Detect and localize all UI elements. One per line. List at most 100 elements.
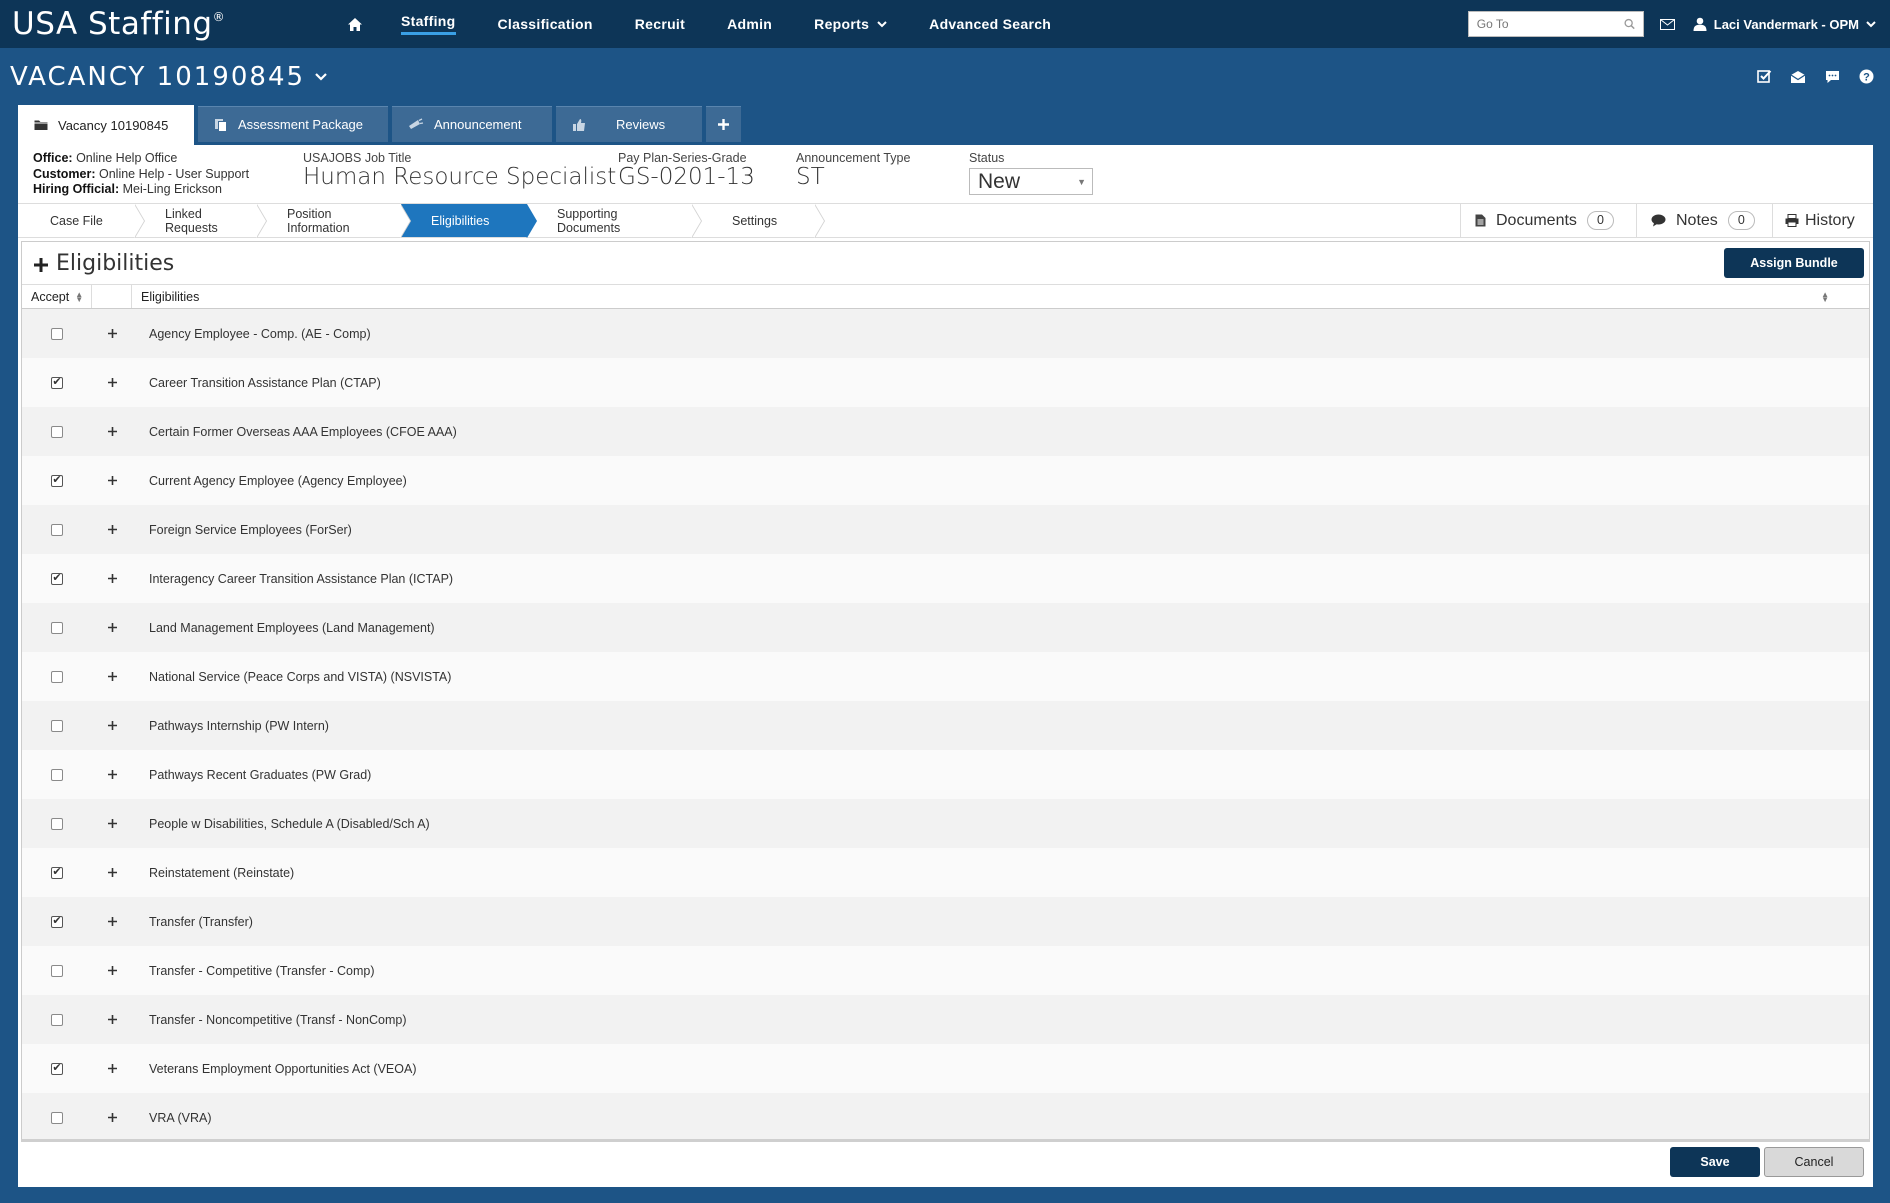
accept-cell (22, 474, 92, 487)
search-icon[interactable] (1624, 18, 1635, 30)
expand-row-button[interactable] (92, 917, 132, 926)
announcement-type-value: ST (796, 164, 825, 190)
column-header-eligibilities[interactable]: Eligibilities ▲ ▼ (132, 285, 1869, 308)
accept-checkbox[interactable] (51, 1013, 63, 1026)
form-footer: Save Cancel (21, 1139, 1870, 1184)
column-header-accept[interactable]: Accept ▲ ▼ (22, 285, 92, 308)
nav-staffing[interactable]: Staffing (380, 0, 477, 48)
vacancy-header: VACANCY 10190845 ? (0, 48, 1890, 105)
accept-checkbox[interactable] (51, 817, 63, 830)
expand-row-button[interactable] (92, 1064, 132, 1073)
brand-logo[interactable]: USA Staffing® (0, 6, 330, 42)
expand-row-button[interactable] (92, 1015, 132, 1024)
status-field: Status New ▼ (969, 151, 1093, 203)
pay-plan-label: Pay Plan-Series-Grade (618, 151, 747, 165)
home-button[interactable] (330, 0, 380, 48)
accept-cell (22, 621, 92, 634)
expand-row-button[interactable] (92, 476, 132, 485)
nav-recruit[interactable]: Recruit (614, 0, 706, 48)
table-row: Current Agency Employee (Agency Employee… (22, 456, 1869, 505)
expand-row-button[interactable] (92, 868, 132, 877)
accept-checkbox[interactable] (51, 621, 63, 634)
expand-row-button[interactable] (92, 770, 132, 779)
messages-button[interactable] (1659, 18, 1675, 30)
expand-row-button[interactable] (92, 1113, 132, 1122)
step-settings[interactable]: Settings (692, 204, 825, 238)
inbox-button[interactable] (1790, 69, 1806, 85)
tab-announcement[interactable]: Announcement (392, 106, 552, 142)
step-eligibilities[interactable]: Eligibilities (401, 204, 537, 238)
accept-checkbox[interactable] (51, 572, 63, 585)
history-label: History (1805, 211, 1855, 229)
expand-row-button[interactable] (92, 427, 132, 436)
step-linked-requests[interactable]: Linked Requests (135, 204, 267, 238)
accept-checkbox[interactable] (51, 425, 63, 438)
expand-row-button[interactable] (92, 378, 132, 387)
assign-bundle-button[interactable]: Assign Bundle (1724, 248, 1864, 278)
nav-reports[interactable]: Reports (793, 0, 908, 48)
eligibility-name: People w Disabilities, Schedule A (Disab… (149, 816, 430, 831)
accept-checkbox[interactable] (51, 1111, 63, 1124)
pay-plan-field: Pay Plan-Series-Grade GS-0201-13 (618, 151, 796, 203)
help-button[interactable]: ? (1858, 69, 1874, 85)
user-menu[interactable]: Laci Vandermark - OPM (1693, 17, 1876, 32)
accept-checkbox[interactable] (51, 915, 63, 928)
step-linked-requests-label: Linked Requests (165, 206, 218, 235)
expand-all-button[interactable] (34, 248, 48, 279)
tasks-button[interactable] (1756, 69, 1772, 85)
notes-count-badge: 0 (1727, 211, 1755, 230)
vacancy-tabs: Vacancy 10190845 Assessment Package Anno… (18, 105, 741, 145)
accept-checkbox[interactable] (51, 327, 63, 340)
goto-input[interactable] (1476, 17, 1624, 31)
tab-announcement-label: Announcement (434, 117, 522, 132)
accept-checkbox[interactable] (51, 768, 63, 781)
accept-checkbox[interactable] (51, 670, 63, 683)
status-select[interactable]: New ▼ (969, 168, 1093, 195)
main-nav: Staffing Classification Recruit Admin Re… (330, 0, 1072, 48)
expand-row-button[interactable] (92, 672, 132, 681)
nav-advanced-search[interactable]: Advanced Search (908, 0, 1072, 48)
tab-assessment-package-label: Assessment Package (238, 117, 364, 132)
step-position-information[interactable]: Position Information (257, 204, 411, 238)
cancel-button[interactable]: Cancel (1764, 1147, 1864, 1177)
accept-checkbox[interactable] (51, 719, 63, 732)
tab-vacancy-label: Vacancy 10190845 (58, 117, 169, 133)
tab-reviews[interactable]: Reviews (556, 106, 702, 142)
accept-checkbox[interactable] (51, 1062, 63, 1075)
accept-checkbox[interactable] (51, 866, 63, 879)
expand-row-button[interactable] (92, 525, 132, 534)
expand-row-button[interactable] (92, 574, 132, 583)
accept-checkbox[interactable] (51, 376, 63, 389)
accept-cell (22, 964, 92, 977)
table-row: People w Disabilities, Schedule A (Disab… (22, 799, 1869, 848)
nav-classification[interactable]: Classification (477, 0, 614, 48)
accept-checkbox[interactable] (51, 964, 63, 977)
expand-row-button[interactable] (92, 329, 132, 338)
chat-button[interactable] (1824, 69, 1840, 85)
nav-admin[interactable]: Admin (706, 0, 793, 48)
expand-row-button[interactable] (92, 623, 132, 632)
step-eligibilities-label: Eligibilities (431, 213, 490, 228)
tab-assessment-package[interactable]: Assessment Package (198, 106, 388, 142)
vacancy-title[interactable]: VACANCY 10190845 (0, 62, 327, 92)
documents-button[interactable]: Documents 0 (1460, 204, 1636, 237)
table-row: Interagency Career Transition Assistance… (22, 554, 1869, 603)
accept-checkbox[interactable] (51, 474, 63, 487)
eligibility-name: Land Management Employees (Land Manageme… (149, 620, 435, 635)
office-label: Office: (33, 151, 73, 165)
step-position-information-label: Position Information (287, 206, 350, 235)
step-case-file[interactable]: Case File (18, 204, 145, 238)
expand-row-button[interactable] (92, 966, 132, 975)
notes-button[interactable]: Notes 0 (1636, 204, 1772, 237)
thumbs-up-icon (573, 118, 585, 131)
accept-checkbox[interactable] (51, 523, 63, 536)
step-supporting-documents[interactable]: Supporting Documents (527, 204, 702, 238)
plus-icon (107, 1064, 117, 1073)
save-button[interactable]: Save (1670, 1147, 1760, 1177)
tab-vacancy[interactable]: Vacancy 10190845 (18, 105, 194, 145)
expand-row-button[interactable] (92, 819, 132, 828)
expand-row-button[interactable] (92, 721, 132, 730)
column-accept-label: Accept (31, 289, 70, 304)
add-tab-button[interactable] (706, 106, 741, 142)
history-button[interactable]: History (1772, 204, 1873, 237)
